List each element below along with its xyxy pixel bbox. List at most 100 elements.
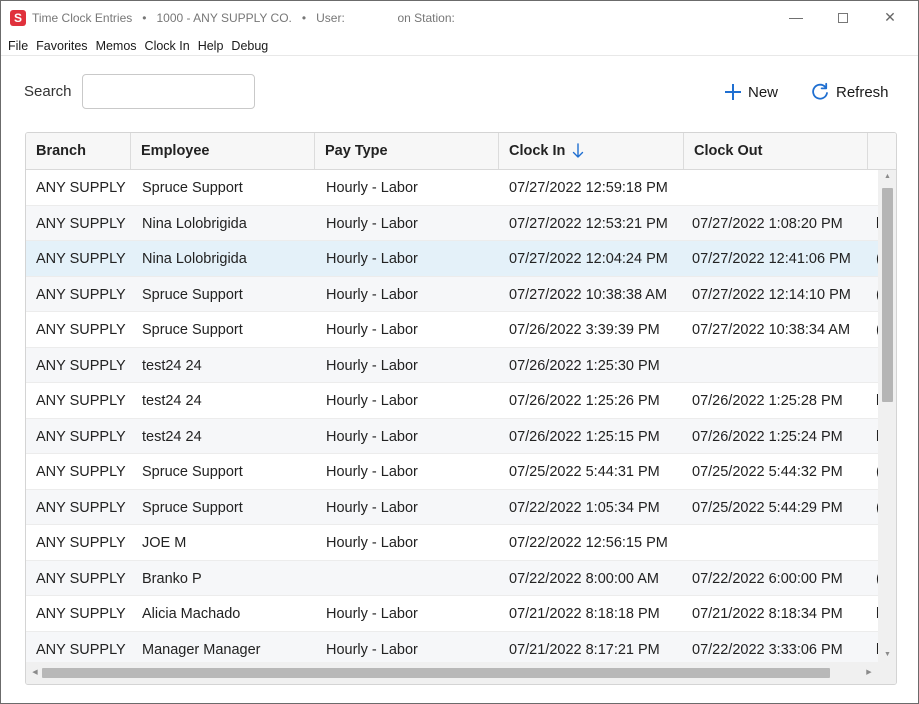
cell-employee: JOE M [142,535,187,551]
refresh-icon [812,82,828,100]
vertical-scrollbar[interactable]: ▲ ▼ [878,170,896,662]
cell-clock-out: 07/27/2022 12:41:06 PM [692,251,851,267]
table-row[interactable]: ANY SUPPLY Spruce Support Hourly - Labor 07… [26,312,878,348]
cell-clock-out: 07/25/2022 5:44:32 PM [692,464,843,480]
column-header-pay-type-label: Pay Type [325,143,388,159]
table-row[interactable]: ANY SUPPLY Alicia Machado Hourly - Labor 07… [26,596,878,632]
cell-pay-type: Hourly - Labor [326,535,418,551]
cell-clock-out [692,170,867,205]
horizontal-scrollbar[interactable]: ◀ ▶ [26,662,878,684]
cell-pay-type: Hourly - Labor [326,464,418,480]
cell-clock-in: 07/27/2022 12:53:21 PM [509,215,668,232]
horizontal-scroll-thumb[interactable] [42,668,830,678]
cell-employee: Nina Lolobrigida [142,215,247,232]
table-row[interactable]: ANY SUPPLY test24 24 Hourly - Labor 07/26/2… [26,347,878,383]
cell-branch: ANY SUPPLY [36,535,126,551]
cell-employee: Manager Manager [142,641,261,658]
menu-file[interactable]: File [1,36,32,56]
table-row[interactable]: ANY SUPPLY Spruce Support Hourly - Labor 07… [26,454,878,490]
cell-employee: Branko P [142,570,202,587]
menu-help[interactable]: Help [194,36,228,56]
menu-favorites[interactable]: Favorites [32,36,91,56]
title-bar: S Time Clock Entries • 1000 - ANY SUPPLY… [1,1,918,34]
cell-pay-type: Hourly - Labor [326,357,418,374]
refresh-button[interactable]: Refresh [810,80,889,104]
maximize-icon [838,13,848,24]
cell-branch: ANY SUPPLY [36,393,126,409]
cell-branch: ANY SUPPLY [36,357,126,374]
table-row[interactable]: ANY SUPPLY Spruce Support Hourly - Labor 07… [26,170,878,206]
cell-pay-type: Hourly - Labor [326,322,418,338]
new-button[interactable]: New [725,80,778,104]
window-title-user-label: User: [316,11,345,25]
cell-branch: ANY SUPPLY [36,428,126,445]
table-row[interactable]: ANY SUPPLY Nina Lolobrigida Hourly - Labor… [26,205,878,241]
window-title: Time Clock Entries • 1000 - ANY SUPPLY C… [32,11,455,25]
table-row[interactable]: ANY SUPPLY JOE M Hourly - Labor 07/22/2022 … [26,525,878,561]
cell-clock-in: 07/21/2022 8:17:21 PM [509,641,660,658]
cell-branch: ANY SUPPLY [36,286,126,303]
scroll-down-icon[interactable]: ▼ [878,648,896,662]
search-input[interactable] [82,74,255,109]
cell-clock-in: 07/21/2022 8:18:18 PM [509,606,660,622]
window-title-company: 1000 - ANY SUPPLY CO. [156,11,292,25]
cell-clock-out: 07/27/2022 12:14:10 PM [692,286,851,303]
column-header-clock-in[interactable]: Clock In [499,133,684,169]
app-logo-icon: S [10,10,26,26]
column-header-branch[interactable]: Branch [26,133,131,169]
table-row[interactable]: ANY SUPPLY Nina Lolobrigida Hourly - Labor… [26,241,878,277]
cell-pay-type: Hourly - Labor [326,428,418,445]
cell-clock-out: 07/22/2022 3:33:06 PM [692,641,843,658]
column-header-employee[interactable]: Employee [131,133,315,169]
cell-clock-out [692,348,867,383]
cell-branch: ANY SUPPLY [36,180,126,196]
cell-clock-in: 07/26/2022 1:25:30 PM [509,357,660,374]
scroll-up-icon[interactable]: ▲ [878,170,896,184]
table-row[interactable]: ANY SUPPLY Manager Manager Hourly - Labor 0… [26,631,878,662]
menu-clock-in[interactable]: Clock In [141,36,194,56]
scroll-right-icon[interactable]: ▶ [862,662,876,684]
cell-branch: ANY SUPPLY [36,464,126,480]
cell-clock-in: 07/27/2022 10:38:38 AM [509,286,668,303]
scroll-left-icon[interactable]: ◀ [28,662,42,684]
cell-branch: ANY SUPPLY [36,641,126,658]
vertical-scroll-thumb[interactable] [882,188,893,402]
maximize-button[interactable] [820,1,866,34]
column-header-pay-type[interactable]: Pay Type [315,133,499,169]
table-row[interactable]: ANY SUPPLY test24 24 Hourly - Labor 07/26/2… [26,383,878,419]
cell-clock-out: 07/26/2022 1:25:24 PM [692,428,843,445]
minimize-button[interactable]: — [773,1,819,34]
cell-branch: ANY SUPPLY [36,322,126,338]
cell-employee: Nina Lolobrigida [142,251,247,267]
menu-debug[interactable]: Debug [227,36,272,56]
cell-employee: test24 24 [142,428,202,445]
table-row[interactable]: ANY SUPPLY test24 24 Hourly - Labor 07/26/2… [26,418,878,454]
column-header-employee-label: Employee [141,143,210,159]
cell-pay-type: Hourly - Labor [326,215,418,232]
title-separator-2: • [301,11,307,25]
table-row[interactable]: ANY SUPPLY Branko P 07/22/2022 8:00:00 AM 0… [26,560,878,596]
plus-icon [725,84,741,100]
cell-pay-type: Hourly - Labor [326,393,418,409]
scrollbar-corner [878,662,896,684]
cell-clock-in: 07/27/2022 12:59:18 PM [509,180,668,196]
table-row[interactable]: ANY SUPPLY Spruce Support Hourly - Labor 07… [26,276,878,312]
cell-clock-out: 07/22/2022 6:00:00 PM [692,570,843,587]
cell-employee: test24 24 [142,393,202,409]
cell-clock-in: 07/27/2022 12:04:24 PM [509,251,668,267]
column-header-extra [868,133,896,169]
column-header-clock-out[interactable]: Clock Out [684,133,868,169]
close-button[interactable]: ✕ [867,1,913,34]
cell-clock-out: 07/25/2022 5:44:29 PM [692,499,843,516]
sort-descending-icon [573,143,584,158]
cell-branch: ANY SUPPLY [36,215,126,232]
cell-branch: ANY SUPPLY [36,499,126,516]
minimize-icon: — [789,9,803,25]
cell-clock-in: 07/22/2022 1:05:34 PM [509,499,660,516]
table-row[interactable]: ANY SUPPLY Spruce Support Hourly - Labor 07… [26,489,878,525]
new-button-label: New [748,83,779,101]
cell-pay-type: Hourly - Labor [326,180,418,196]
menu-memos[interactable]: Memos [92,36,141,56]
cell-branch: ANY SUPPLY [36,251,126,267]
column-header-clock-in-label: Clock In [509,143,566,159]
